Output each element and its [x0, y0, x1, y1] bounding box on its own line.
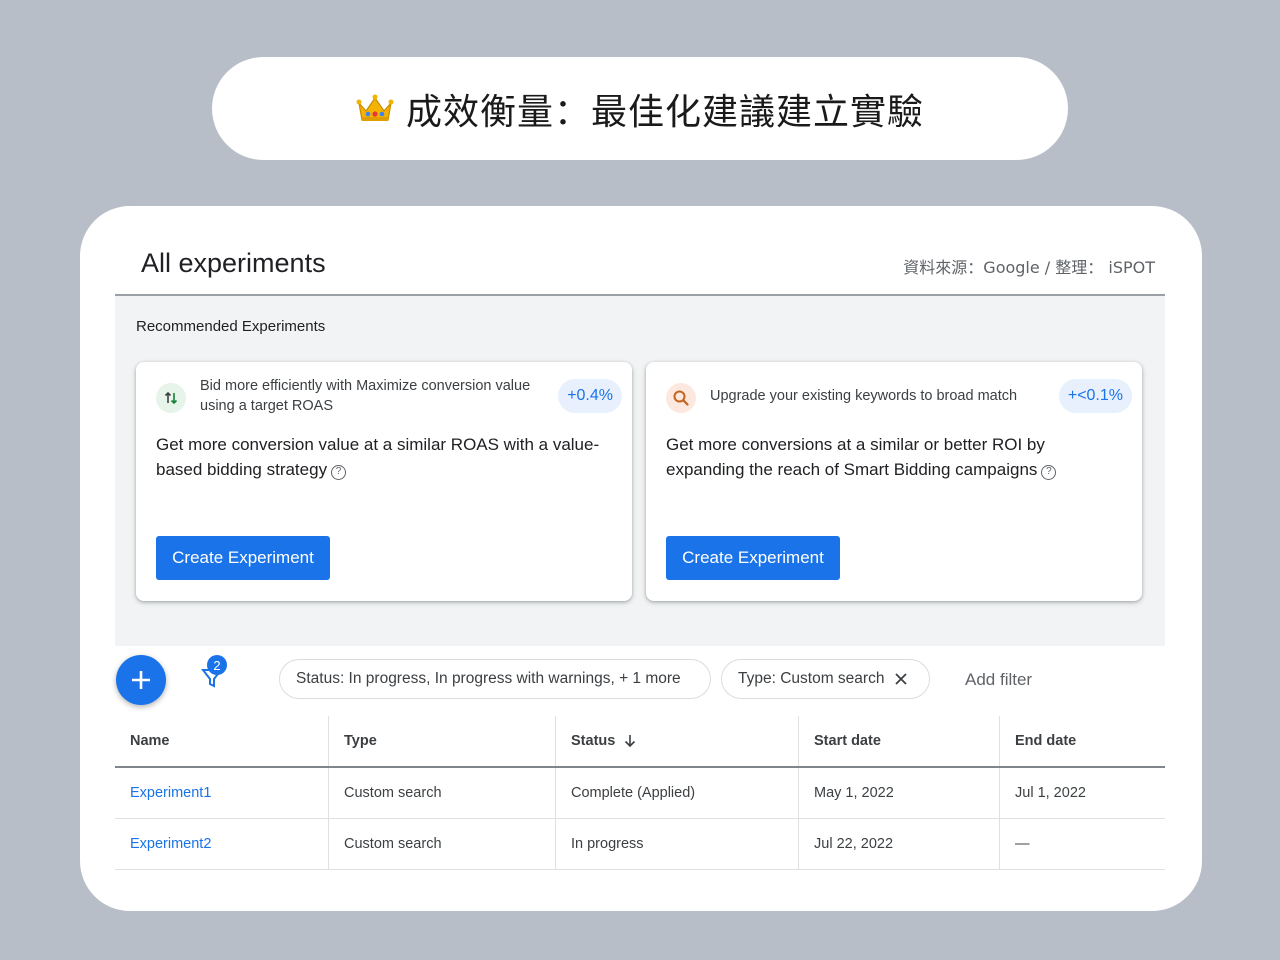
name-cell: Experiment1 [115, 768, 329, 818]
type-cell: Custom search [329, 819, 556, 869]
recommended-label: Recommended Experiments [136, 318, 326, 335]
bidding-arrows-icon [156, 383, 186, 413]
create-experiment-button[interactable]: Create Experiment [156, 536, 330, 580]
close-icon[interactable] [894, 672, 908, 686]
end-date-cell: — [1015, 836, 1030, 852]
search-icon [666, 383, 696, 413]
type-cell: Custom search [329, 768, 556, 818]
column-header-end-date[interactable]: End date [1000, 716, 1165, 766]
status-cell: In progress [556, 819, 799, 869]
page-title: All experiments [141, 248, 326, 278]
experiment-link[interactable]: Experiment1 [130, 785, 211, 801]
card-subtitle: Upgrade your existing keywords to broad … [710, 388, 1018, 404]
table-header-row: Name Type Status Start date End date [115, 716, 1165, 768]
page-header: All experiments 資料來源：Google / 整理： iSPOT [115, 240, 1165, 296]
help-icon[interactable]: ? [331, 465, 347, 480]
create-experiment-button[interactable]: Create Experiment [666, 536, 840, 580]
filter-count-badge: 2 [207, 655, 227, 675]
recommendation-card: Bid more efficiently with Maximize conve… [136, 362, 632, 601]
column-header-start-date[interactable]: Start date [799, 716, 1000, 766]
card-description-text: Get more conversions at a similar or bet… [666, 435, 1045, 479]
status-cell: Complete (Applied) [556, 768, 799, 818]
column-header-type[interactable]: Type [329, 716, 556, 766]
sort-down-arrow-icon [625, 735, 636, 748]
card-description: Get more conversions at a similar or bet… [666, 432, 1116, 482]
card-description-text: Get more conversion value at a similar R… [156, 435, 600, 479]
crown-icon [356, 94, 394, 121]
type-filter-label: Type: Custom search [738, 670, 885, 687]
recommendation-card: Upgrade your existing keywords to broad … [646, 362, 1142, 601]
table-row: Experiment1 Custom search Complete (Appl… [115, 768, 1165, 819]
status-filter-chip[interactable]: Status: In progress, In progress with wa… [279, 659, 711, 699]
add-filter-link[interactable]: Add filter [965, 670, 1032, 690]
add-experiment-button[interactable] [116, 655, 166, 705]
experiment-link[interactable]: Experiment2 [130, 836, 211, 852]
type-filter-chip[interactable]: Type: Custom search [721, 659, 930, 699]
card-description: Get more conversion value at a similar R… [156, 432, 606, 482]
column-header-name[interactable]: Name [115, 716, 329, 766]
end-date-cell: Jul 1, 2022 [1015, 785, 1086, 801]
card-subtitle: Bid more efficiently with Maximize conve… [200, 378, 531, 414]
plus-icon [132, 671, 150, 689]
column-header-status-label: Status [571, 733, 616, 749]
experiments-table: Name Type Status Start date End date Exp… [115, 716, 1165, 870]
uplift-badge: +0.4% [558, 379, 622, 413]
recommended-experiments-section: Recommended Experiments Bid more efficie… [115, 296, 1165, 646]
source-credit: 資料來源：Google / 整理： iSPOT [903, 258, 1155, 277]
start-date-cell: Jul 22, 2022 [799, 819, 1000, 869]
table-row: Experiment2 Custom search In progress Ju… [115, 819, 1165, 870]
uplift-badge: +<0.1% [1058, 379, 1132, 413]
name-cell: Experiment2 [115, 819, 329, 869]
column-header-status[interactable]: Status [556, 716, 799, 766]
banner-title: 成效衡量：最佳化建議建立實驗 [405, 91, 924, 133]
start-date-cell: May 1, 2022 [799, 768, 1000, 818]
status-filter-label: Status: In progress, In progress with wa… [296, 670, 681, 687]
experiments-panel: All experiments 資料來源：Google / 整理： iSPOT … [80, 206, 1202, 911]
help-icon[interactable]: ? [1041, 465, 1057, 480]
title-banner: 成效衡量：最佳化建議建立實驗 [212, 57, 1068, 160]
